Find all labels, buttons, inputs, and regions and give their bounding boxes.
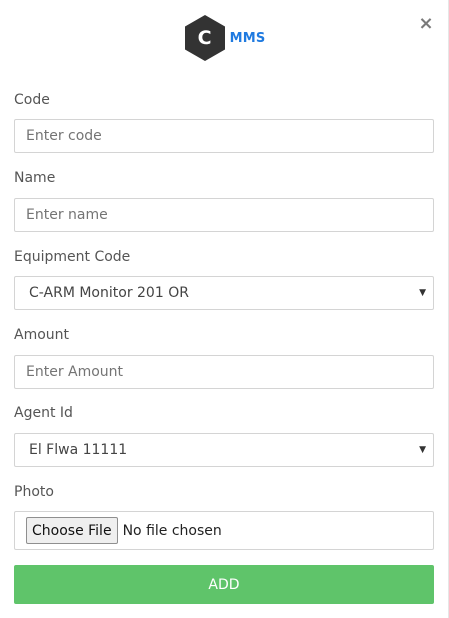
name-label: Name bbox=[14, 170, 56, 186]
brand-logo: C MMS bbox=[183, 14, 266, 62]
equipment-code-select[interactable]: C-ARM Monitor 201 OR ▼ bbox=[14, 276, 434, 310]
equipment-code-selected: C-ARM Monitor 201 OR bbox=[29, 285, 189, 301]
file-status-text: No file chosen bbox=[122, 522, 222, 539]
agent-id-selected: El Flwa 11111 bbox=[29, 442, 128, 458]
amount-label: Amount bbox=[14, 327, 70, 343]
name-input[interactable] bbox=[14, 198, 434, 232]
agent-id-label: Agent Id bbox=[14, 405, 73, 421]
code-label: Code bbox=[14, 92, 50, 108]
photo-file-input: Choose File No file chosen bbox=[14, 511, 434, 550]
brand-name: MMS bbox=[229, 30, 266, 46]
amount-input[interactable] bbox=[14, 355, 434, 389]
chevron-down-icon: ▼ bbox=[419, 445, 426, 455]
agent-id-select[interactable]: El Flwa 11111 ▼ bbox=[14, 433, 434, 467]
add-item-modal: C MMS × Code Name Equipment Code C-ARM M… bbox=[0, 0, 449, 618]
equipment-code-label: Equipment Code bbox=[14, 249, 131, 265]
photo-label: Photo bbox=[14, 484, 54, 500]
logo-letter: C bbox=[197, 27, 212, 49]
hexagon-logo-icon: C bbox=[183, 14, 227, 62]
close-icon[interactable]: × bbox=[418, 14, 434, 34]
chevron-down-icon: ▼ bbox=[419, 288, 426, 298]
choose-file-button[interactable]: Choose File bbox=[26, 517, 118, 544]
add-button[interactable]: ADD bbox=[14, 565, 434, 604]
modal-header: C MMS bbox=[0, 14, 449, 62]
code-input[interactable] bbox=[14, 119, 434, 153]
